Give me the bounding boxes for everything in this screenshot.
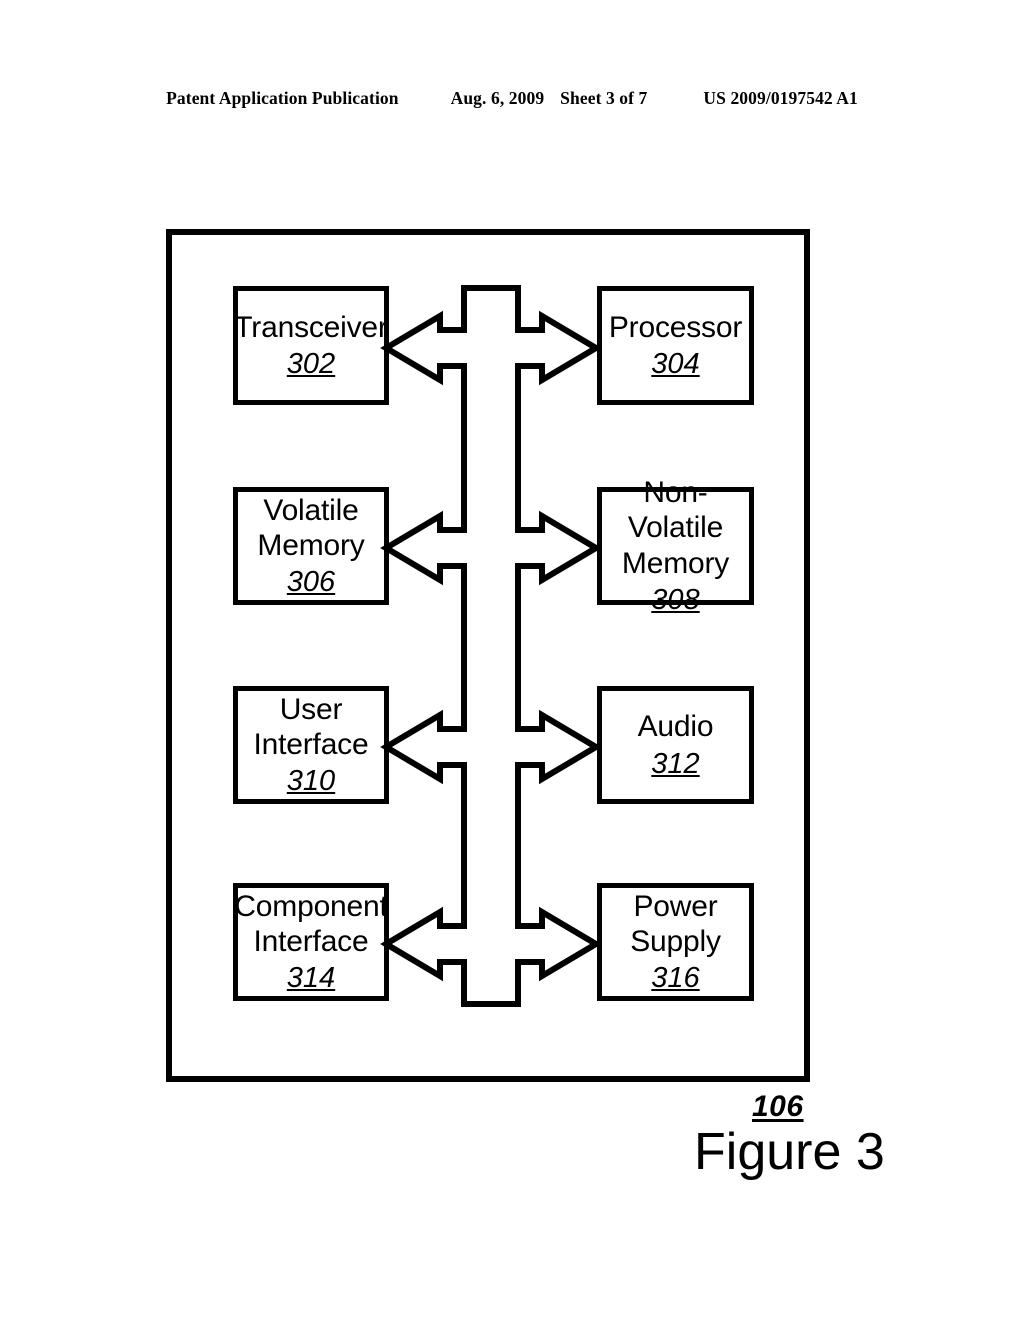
block-audio-ref: 312 [651,747,700,780]
block-non-volatile-memory: Non-Volatile Memory 308 [597,476,754,616]
block-processor: Processor 304 [597,286,754,405]
block-non-volatile-memory-ref: 308 [651,583,700,616]
block-transceiver-label: Transceiver [234,310,388,344]
figure-container-reference: 106 [752,1090,804,1123]
block-audio: Audio 312 [597,686,754,804]
block-volatile-memory-label: Volatile Memory [257,493,365,562]
figure-3: Transceiver 302 Processor 304 Volatile M… [0,0,1024,1320]
block-transceiver: Transceiver 302 [233,286,389,405]
block-user-interface-ref: 310 [286,765,336,798]
block-power-supply-label: Power Supply [630,889,721,958]
block-component-interface: Component Interface 314 [233,883,389,1001]
block-processor-label: Processor [608,310,743,344]
block-user-interface: User Interface 310 [233,686,389,804]
block-transceiver-ref: 302 [286,348,336,381]
block-power-supply-ref: 316 [651,962,700,995]
block-volatile-memory: Volatile Memory 306 [233,487,389,605]
figure-caption: Figure 3 [694,1123,885,1181]
block-component-interface-ref: 314 [286,962,336,995]
block-user-interface-label: User Interface [253,692,369,761]
block-power-supply: Power Supply 316 [597,883,754,1001]
block-processor-ref: 304 [651,348,700,381]
block-non-volatile-memory-label: Non-Volatile Memory [621,475,730,580]
block-component-interface-label: Component Interface [234,889,388,958]
block-audio-label: Audio [637,710,714,744]
block-volatile-memory-ref: 306 [286,566,336,599]
